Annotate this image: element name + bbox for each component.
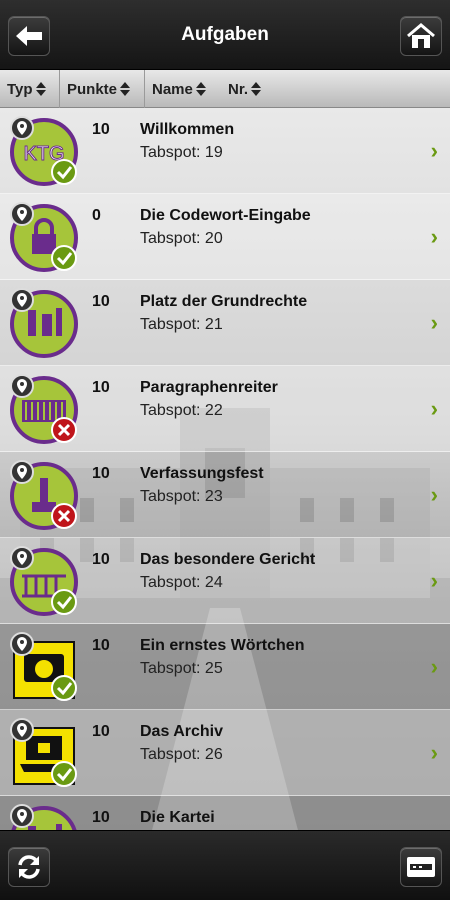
card-icon	[407, 857, 435, 877]
sort-number-label: Nr.	[228, 80, 249, 98]
task-row[interactable]: 10 Das besondere Gericht Tabspot: 24 ›	[0, 538, 450, 624]
task-points: 10	[92, 379, 110, 396]
task-row[interactable]: KTG 10 Willkommen Tabspot: 19 ›	[0, 108, 450, 194]
task-name: Paragraphenreiter	[140, 379, 278, 396]
task-row[interactable]: 10 Verfassungsfest Tabspot: 23 ›	[0, 452, 450, 538]
task-points: 10	[92, 551, 110, 568]
task-type-icon: KTG	[10, 116, 78, 186]
chevron-right-icon: ›	[430, 224, 438, 249]
task-points: 10	[92, 809, 110, 826]
refresh-button[interactable]	[8, 847, 50, 887]
sort-points-button[interactable]: Punkte	[60, 70, 145, 108]
task-row[interactable]: 0 Die Codewort-Eingabe Tabspot: 20 ›	[0, 194, 450, 280]
task-type-icon	[10, 202, 78, 272]
task-type-icon	[10, 546, 78, 616]
chevron-right-icon: ›	[430, 396, 438, 421]
sort-bar: Typ Punkte Name Nr.	[0, 70, 450, 108]
task-spot: Tabspot: 24	[140, 574, 223, 591]
task-type-icon	[10, 804, 77, 830]
sort-type-button[interactable]: Typ	[0, 70, 60, 108]
task-spot: Tabspot: 25	[140, 660, 223, 677]
task-spot: Tabspot: 21	[140, 316, 223, 333]
card-button[interactable]	[400, 847, 442, 887]
task-name: Ein ernstes Wörtchen	[140, 637, 305, 654]
task-name: Das besondere Gericht	[140, 551, 316, 568]
sort-points-label: Punkte	[67, 80, 118, 98]
bottom-bar	[0, 830, 450, 900]
chevron-right-icon: ›	[430, 482, 438, 507]
task-type-icon	[10, 460, 78, 530]
home-button[interactable]	[400, 16, 442, 56]
top-bar: Aufgaben	[0, 0, 450, 70]
task-spot: Tabspot: 23	[140, 488, 223, 505]
refresh-icon	[18, 855, 40, 879]
task-name: Platz der Grundrechte	[140, 293, 308, 310]
sort-arrows-icon	[35, 82, 46, 96]
task-row[interactable]: 10 Paragraphenreiter Tabspot: 22 ›	[0, 366, 450, 452]
task-spot: Tabspot: 20	[140, 230, 223, 247]
chevron-right-icon: ›	[430, 310, 438, 335]
task-row[interactable]: 10 Das Archiv Tabspot: 26 ›	[0, 710, 450, 796]
sort-name-label: Name	[152, 80, 193, 98]
task-list[interactable]: KTG 10 Willkommen Tabspot: 19 › 0 Die Codewort…	[0, 108, 450, 830]
sort-arrows-icon	[120, 82, 131, 96]
task-type-icon	[10, 288, 78, 358]
task-spot: Tabspot: 19	[140, 144, 223, 161]
task-name: Das Archiv	[140, 723, 223, 740]
task-row[interactable]: 10Die Kartei›	[0, 796, 450, 830]
sort-type-label: Typ	[7, 80, 33, 98]
task-type-icon	[10, 718, 77, 787]
task-points: 10	[92, 465, 110, 482]
task-type-icon	[10, 632, 77, 701]
home-icon	[407, 23, 435, 48]
task-spot: Tabspot: 26	[140, 746, 223, 763]
sort-arrows-icon	[195, 82, 206, 96]
task-row[interactable]: 10 Ein ernstes Wörtchen Tabspot: 25 ›	[0, 624, 450, 710]
task-name: Verfassungsfest	[140, 465, 264, 482]
chevron-right-icon: ›	[430, 654, 438, 679]
task-type-icon	[10, 374, 78, 444]
task-row[interactable]: 10 Platz der Grundrechte Tabspot: 21 ›	[0, 280, 450, 366]
task-points: 10	[92, 637, 110, 654]
task-name: Willkommen	[140, 121, 235, 138]
task-name: Die Codewort-Eingabe	[140, 207, 311, 224]
task-points: 0	[92, 207, 101, 224]
sort-arrows-icon	[251, 82, 262, 96]
task-spot: Tabspot: 22	[140, 402, 223, 419]
chevron-right-icon: ›	[430, 138, 438, 163]
sort-name-button[interactable]: Name	[145, 70, 221, 108]
chevron-right-icon: ›	[430, 568, 438, 593]
chevron-right-icon: ›	[430, 740, 438, 765]
sort-number-button[interactable]: Nr.	[221, 70, 291, 108]
task-points: 10	[92, 723, 110, 740]
task-name: Die Kartei	[140, 809, 215, 826]
page-title: Aufgaben	[181, 24, 269, 45]
task-points: 10	[92, 121, 110, 138]
task-points: 10	[92, 293, 110, 310]
